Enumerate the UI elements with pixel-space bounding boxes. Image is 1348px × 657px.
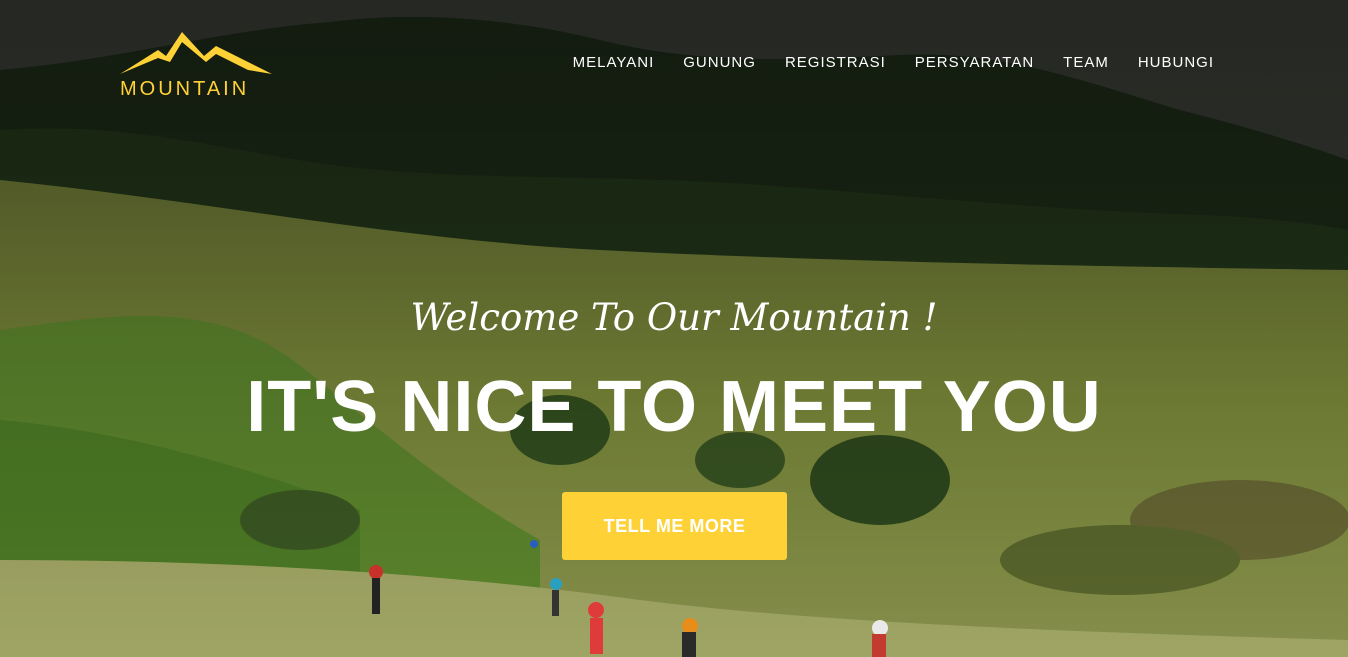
nav-link-persyaratan[interactable]: PERSYARATAN: [915, 54, 1034, 71]
nav-link-gunung[interactable]: GUNUNG: [683, 54, 756, 71]
nav-link-team[interactable]: TEAM: [1063, 54, 1109, 71]
tell-me-more-button[interactable]: TELL ME MORE: [562, 492, 787, 560]
nav-item-melayani: MELAYANI: [573, 54, 655, 72]
nav-item-team: TEAM: [1063, 54, 1109, 72]
nav-link-hubungi[interactable]: HUBUNGI: [1138, 54, 1214, 71]
nav-link-melayani[interactable]: MELAYANI: [573, 54, 655, 71]
hero-subheading: Welcome To Our Mountain !: [410, 296, 938, 339]
nav-item-gunung: GUNUNG: [683, 54, 756, 72]
hero-heading: IT'S NICE TO MEET YOU: [246, 367, 1102, 447]
top-navbar: MOUNTAIN MELAYANI GUNUNG REGISTRASI PERS…: [0, 0, 1348, 130]
mountain-logo-icon: [120, 32, 272, 74]
nav-link-registrasi[interactable]: REGISTRASI: [785, 54, 886, 71]
nav-menu: MELAYANI GUNUNG REGISTRASI PERSYARATAN T…: [573, 54, 1214, 72]
hero-section: MOUNTAIN MELAYANI GUNUNG REGISTRASI PERS…: [0, 0, 1348, 657]
brand-logo-link[interactable]: MOUNTAIN: [118, 30, 272, 102]
brand-logo-text: MOUNTAIN: [120, 78, 250, 100]
nav-item-registrasi: REGISTRASI: [785, 54, 886, 72]
nav-item-persyaratan: PERSYARATAN: [915, 54, 1034, 72]
nav-item-hubungi: HUBUNGI: [1138, 54, 1214, 72]
